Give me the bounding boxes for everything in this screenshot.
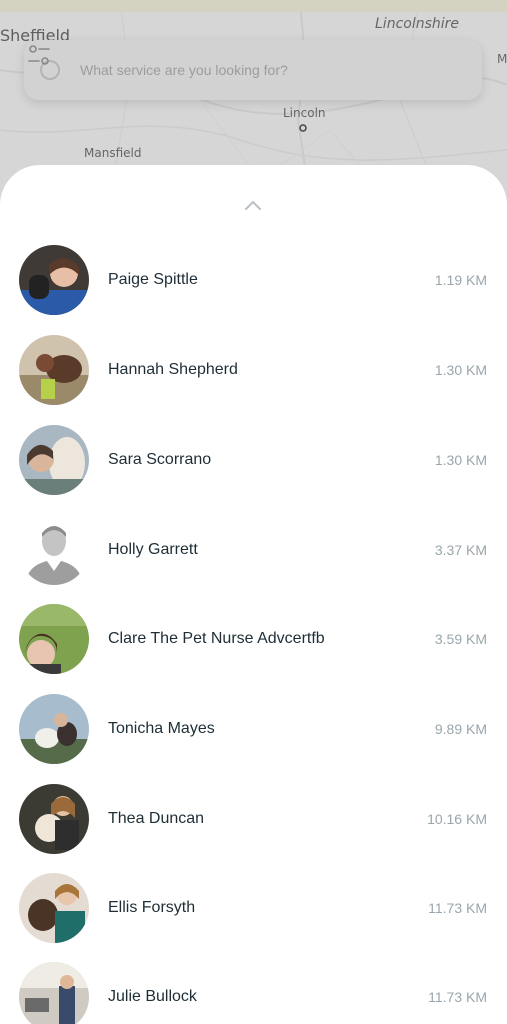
avatar [19, 694, 89, 764]
provider-distance: 1.30 KM [434, 362, 487, 378]
provider-distance: 3.59 KM [434, 631, 487, 647]
provider-distance: 11.73 KM [428, 989, 487, 1005]
search-bar[interactable] [24, 40, 482, 100]
provider-row[interactable]: Sara Scorrano 1.30 KM [0, 415, 507, 505]
map-label-lincoln: Lincoln [283, 106, 326, 120]
provider-distance: 1.19 KM [434, 272, 487, 288]
app-screen: Sheffield Lincolnshire M Lincoln Mansfie… [0, 0, 507, 1024]
status-strip [0, 0, 507, 12]
provider-name: Ellis Forsyth [108, 899, 196, 916]
map-label-edge: M [497, 52, 507, 66]
avatar [19, 784, 89, 854]
provider-row[interactable]: Tonicha Mayes 9.89 KM [0, 684, 507, 774]
avatar [19, 425, 89, 495]
avatar [19, 335, 89, 405]
avatar [19, 604, 89, 674]
provider-name: Tonicha Mayes [108, 720, 215, 737]
provider-row[interactable]: Ellis Forsyth 11.73 KM [0, 863, 507, 953]
default-avatar-icon [19, 515, 89, 585]
provider-name: Julie Bullock [108, 988, 197, 1005]
avatar [19, 962, 89, 1024]
provider-distance: 11.73 KM [428, 900, 487, 916]
search-input[interactable] [78, 61, 482, 79]
filter-icon[interactable] [24, 40, 54, 70]
map-label-mansfield: Mansfield [84, 146, 142, 160]
provider-row[interactable]: Thea Duncan 10.16 KM [0, 774, 507, 864]
avatar [19, 245, 89, 315]
provider-distance: 3.37 KM [434, 542, 487, 558]
provider-name: Clare The Pet Nurse Advcertfb [108, 630, 325, 647]
provider-name: Hannah Shepherd [108, 361, 238, 378]
provider-name: Paige Spittle [108, 271, 198, 288]
provider-row[interactable]: Hannah Shepherd 1.30 KM [0, 325, 507, 415]
provider-name: Holly Garrett [108, 541, 198, 558]
provider-row[interactable]: Paige Spittle 1.19 KM [0, 235, 507, 325]
provider-name: Sara Scorrano [108, 451, 212, 468]
provider-distance: 9.89 KM [434, 721, 487, 737]
provider-row[interactable]: Holly Garrett 3.37 KM [0, 505, 507, 595]
chevron-up-icon[interactable] [243, 198, 263, 212]
provider-row[interactable]: Julie Bullock 11.73 KM [0, 952, 507, 1024]
provider-name: Thea Duncan [108, 810, 205, 827]
provider-distance: 10.16 KM [427, 811, 487, 827]
provider-distance: 1.30 KM [434, 452, 487, 468]
provider-row[interactable]: Clare The Pet Nurse Advcertfb 3.59 KM [0, 594, 507, 684]
map-label-lincolnshire: Lincolnshire [375, 16, 460, 32]
avatar [19, 873, 89, 943]
